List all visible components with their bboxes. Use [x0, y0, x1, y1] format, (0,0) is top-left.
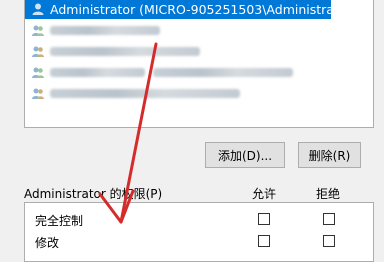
permission-row-full-control: 完全控制 [25, 209, 373, 231]
group-user-list[interactable]: Administrator (MICRO-905251503\Administr… [24, 0, 374, 128]
list-item-administrator[interactable]: Administrator (MICRO-905251503\Administr… [25, 0, 357, 19]
group-icon [31, 23, 45, 37]
permissions-table[interactable]: 完全控制 修改 [24, 202, 374, 262]
deny-column-header: 拒绝 [316, 187, 341, 201]
list-item-redacted[interactable] [25, 62, 293, 82]
allow-column-header: 允许 [252, 187, 277, 201]
list-item-redacted[interactable] [25, 41, 200, 61]
list-item-label: Administrator (MICRO-905251503\Administr… [50, 1, 357, 17]
redacted-text [153, 67, 293, 77]
group-icon [31, 86, 45, 100]
remove-button[interactable]: 删除(R) [298, 142, 361, 168]
permission-row-modify: 修改 [25, 231, 373, 253]
redacted-text [50, 67, 145, 77]
deny-checkbox[interactable] [323, 213, 335, 225]
allow-checkbox[interactable] [258, 213, 270, 225]
deny-checkbox[interactable] [323, 235, 335, 247]
user-icon [31, 2, 45, 16]
redacted-text [50, 25, 160, 35]
list-item-redacted[interactable] [25, 20, 160, 40]
group-icon [31, 65, 45, 79]
redacted-text [50, 88, 240, 98]
list-item-redacted[interactable] [25, 83, 240, 103]
add-button[interactable]: 添加(D)... [205, 142, 285, 168]
redacted-text [50, 46, 200, 56]
permissions-header: Administrator 的权限(P) [24, 187, 163, 201]
permission-label: 修改 [35, 236, 60, 250]
allow-checkbox[interactable] [258, 235, 270, 247]
permission-label: 完全控制 [35, 214, 84, 228]
group-icon [31, 44, 45, 58]
